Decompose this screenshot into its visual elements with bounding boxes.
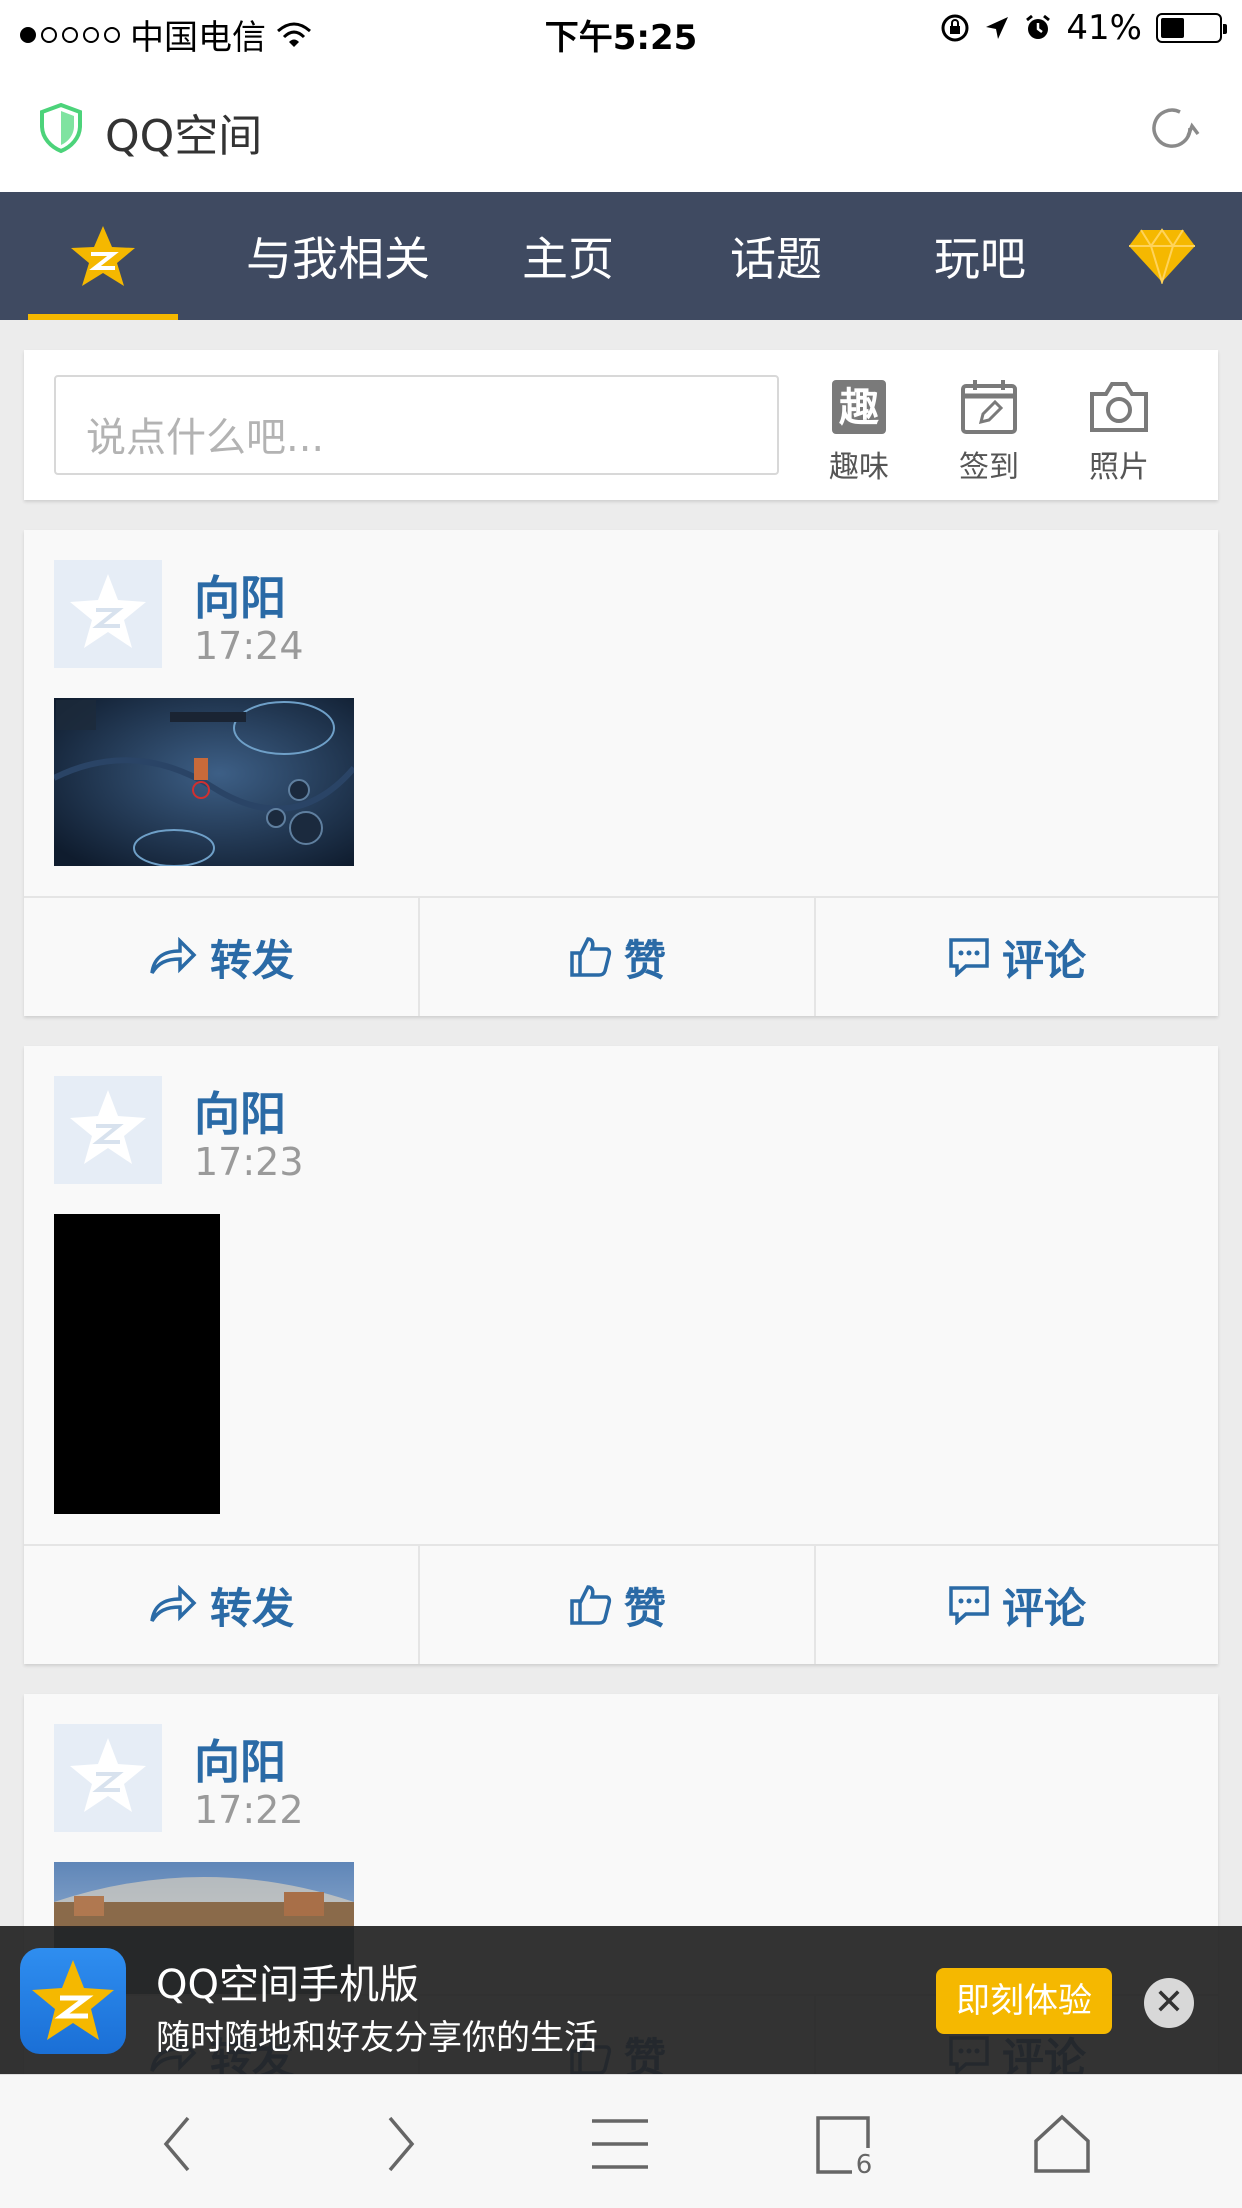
post-time: 17:23 <box>194 1140 304 1184</box>
forward-label: 转发 <box>209 935 294 985</box>
photo-button[interactable]: 照片 <box>1074 378 1164 486</box>
screen: 中国电信 下午5:25 41% QQ空间 与我相关 主页 话题 玩吧 说点什么吧… <box>0 0 1242 2208</box>
try-now-button[interactable]: 即刻体验 <box>936 1968 1112 2034</box>
secure-shield-icon <box>40 102 82 154</box>
post-time: 17:24 <box>194 624 304 668</box>
default-avatar-star-icon <box>70 1090 146 1164</box>
avatar[interactable] <box>54 1724 162 1832</box>
forward-nav-button[interactable] <box>360 2109 440 2179</box>
tabs-icon: 6 <box>816 2116 873 2176</box>
home-button[interactable] <box>1022 2109 1102 2179</box>
like-button[interactable]: 赞 <box>418 1546 816 1664</box>
forward-label: 转发 <box>209 1583 294 1633</box>
fun-icon: 趣 <box>832 380 886 434</box>
tab-play[interactable]: 玩吧 <box>900 192 1060 320</box>
post-author[interactable]: 向阳 <box>194 1078 286 1144</box>
home-icon <box>1034 2114 1090 2173</box>
tab-vip[interactable] <box>1110 192 1214 320</box>
post-image[interactable] <box>54 1214 220 1514</box>
reload-icon[interactable] <box>1142 98 1202 158</box>
tab-topics[interactable]: 话题 <box>696 192 856 320</box>
feed-post: 向阳 17:24 转发 赞 评论 <box>24 530 1218 1016</box>
menu-button[interactable] <box>580 2109 660 2179</box>
post-actions: 转发 赞 评论 <box>24 896 1218 1016</box>
comment-icon <box>949 938 989 977</box>
thumbs-up-icon <box>570 937 612 977</box>
battery-level <box>1161 18 1184 38</box>
tab-related[interactable]: 与我相关 <box>228 192 448 320</box>
like-label: 赞 <box>623 1583 666 1633</box>
post-composer: 说点什么吧... 趣 趣味 签到 照片 <box>24 350 1218 500</box>
orientation-lock-icon <box>941 14 969 42</box>
chevron-right-icon <box>388 2116 415 2172</box>
share-arrow-icon <box>150 937 197 974</box>
post-actions: 转发 赞 评论 <box>24 1544 1218 1664</box>
avatar[interactable] <box>54 560 162 668</box>
main-nav: 与我相关 主页 话题 玩吧 <box>0 192 1242 320</box>
default-avatar-star-icon <box>70 1738 146 1812</box>
forward-button[interactable]: 转发 <box>24 1546 418 1664</box>
status-input[interactable]: 说点什么吧... <box>54 375 779 475</box>
fun-label: 趣味 <box>829 450 889 485</box>
feed-post: 向阳 17:23 转发 赞 评论 <box>24 1046 1218 1664</box>
fun-icon-glyph: 趣 <box>839 385 879 431</box>
comment-button[interactable]: 评论 <box>816 898 1218 1016</box>
battery-icon <box>1156 13 1227 43</box>
checkin-button[interactable]: 签到 <box>944 378 1034 486</box>
default-avatar-star-icon <box>70 574 146 648</box>
app-download-banner: QQ空间手机版 随时随地和好友分享你的生活 即刻体验 ✕ <box>0 1926 1242 2074</box>
status-bar: 中国电信 下午5:25 41% <box>0 0 1242 62</box>
like-button[interactable]: 赞 <box>418 898 816 1016</box>
comment-label: 评论 <box>1001 935 1086 985</box>
alarm-icon <box>1026 14 1051 39</box>
tabs-button[interactable]: 6 <box>804 2109 884 2179</box>
fun-button[interactable]: 趣 趣味 <box>814 378 904 486</box>
battery-percent: 41% <box>1066 8 1142 48</box>
back-button[interactable] <box>138 2109 218 2179</box>
calendar-icon <box>961 380 1017 434</box>
comment-icon <box>949 1586 989 1625</box>
qzone-star-icon <box>71 226 135 286</box>
camera-icon <box>1090 382 1148 432</box>
hamburger-menu-icon <box>592 2119 648 2169</box>
browser-toolbar: 6 <box>0 2074 1242 2208</box>
like-label: 赞 <box>623 935 666 985</box>
post-time: 17:22 <box>194 1788 304 1832</box>
qzone-app-icon <box>20 1948 126 2054</box>
qzone-star-icon <box>32 1960 114 2040</box>
avatar[interactable] <box>54 1076 162 1184</box>
close-icon[interactable]: ✕ <box>1144 1978 1194 2028</box>
post-image[interactable] <box>54 698 354 866</box>
chevron-left-icon <box>163 2116 190 2172</box>
checkin-label: 签到 <box>959 450 1019 485</box>
tab-favorites[interactable] <box>28 192 178 320</box>
thumbs-up-icon <box>570 1585 612 1625</box>
photo-label: 照片 <box>1089 450 1149 485</box>
comment-label: 评论 <box>1001 1583 1086 1633</box>
forward-button[interactable]: 转发 <box>24 898 418 1016</box>
diamond-icon <box>1129 228 1195 284</box>
banner-subtitle: 随时随地和好友分享你的生活 <box>156 2018 598 2058</box>
tab-count: 6 <box>856 2150 873 2176</box>
tab-home[interactable]: 主页 <box>488 192 648 320</box>
comment-button[interactable]: 评论 <box>816 1546 1218 1664</box>
game-screenshot-image <box>54 698 354 866</box>
browser-address-bar: QQ空间 <box>0 62 1242 192</box>
post-author[interactable]: 向阳 <box>194 562 286 628</box>
page-title[interactable]: QQ空间 <box>105 100 262 164</box>
location-arrow-icon <box>986 17 1009 39</box>
post-author[interactable]: 向阳 <box>194 1726 286 1792</box>
status-right: 41% <box>940 8 1227 48</box>
share-arrow-icon <box>150 1585 197 1622</box>
banner-title: QQ空间手机版 <box>156 1962 419 2008</box>
